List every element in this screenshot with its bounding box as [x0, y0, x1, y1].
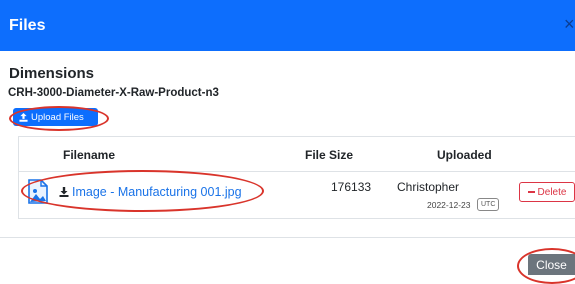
minus-icon [527, 191, 535, 193]
section-title: Dimensions [9, 65, 95, 82]
files-table: Filename File Size Uploaded Image - Manu… [18, 136, 575, 219]
download-icon[interactable] [59, 187, 69, 197]
image-file-icon[interactable] [27, 179, 49, 205]
uploader-name: Christopher [397, 180, 460, 194]
timezone-badge: UTC [477, 198, 500, 211]
header-file-size: File Size [305, 148, 354, 162]
close-button[interactable]: Close [528, 254, 575, 275]
close-x-icon[interactable]: × [564, 14, 575, 34]
filename-link[interactable]: Image - Manufacturing 001.jpg [72, 185, 242, 199]
header-divider [19, 171, 575, 172]
upload-date: 2022-12-23 [427, 200, 471, 210]
upload-files-button[interactable]: Upload Files [13, 108, 98, 126]
footer-divider [0, 237, 575, 238]
product-name: CRH-3000-Diameter-X-Raw-Product-n3 [8, 87, 219, 99]
upload-files-label: Upload Files [31, 111, 84, 123]
modal-header: Files × [0, 0, 575, 51]
upload-icon [19, 112, 28, 122]
delete-label: Delete [537, 186, 567, 198]
modal-title: Files [9, 17, 46, 34]
header-filename: Filename [63, 148, 116, 162]
delete-button[interactable]: Delete [519, 182, 575, 202]
header-uploaded: Uploaded [437, 148, 492, 162]
file-size: 176133 [331, 180, 372, 194]
